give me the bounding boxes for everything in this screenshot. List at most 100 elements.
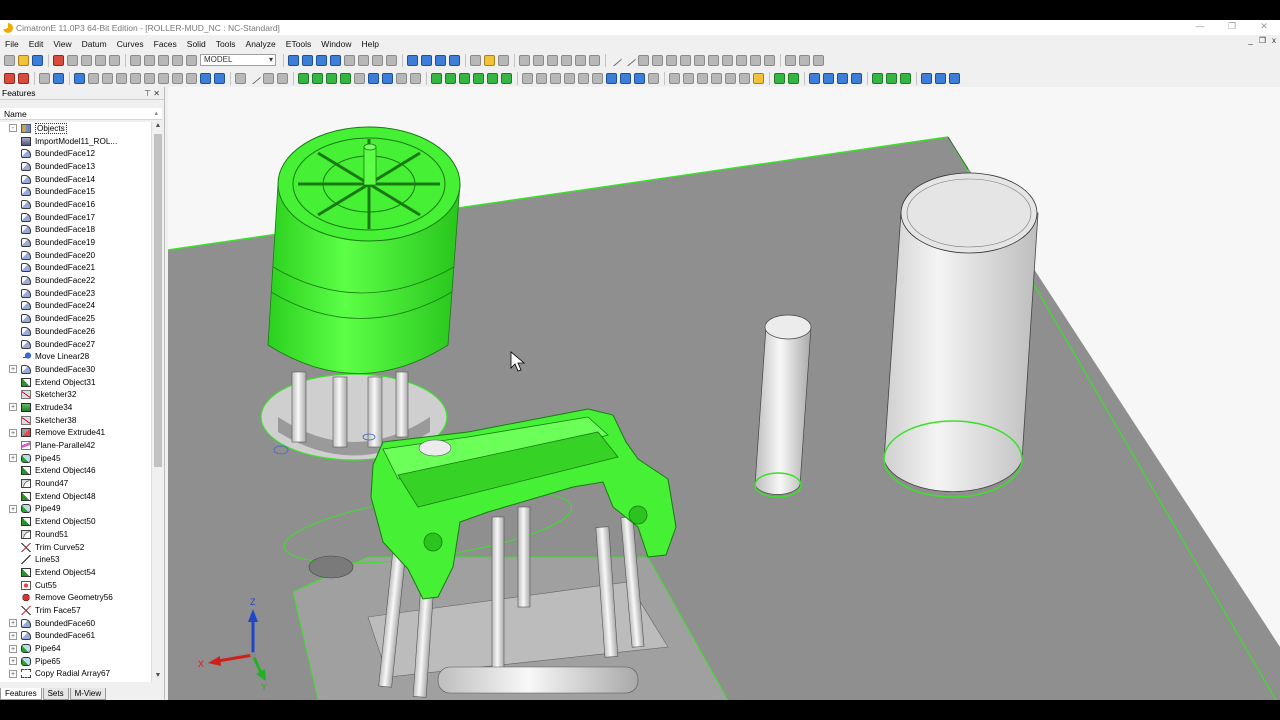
tree-item[interactable]: Sketcher32 bbox=[0, 388, 151, 401]
nc-a-icon[interactable] bbox=[774, 72, 785, 84]
etool-b-icon[interactable] bbox=[683, 72, 694, 84]
tree-item[interactable]: + BoundedFace30 bbox=[0, 363, 151, 376]
maximize-button[interactable]: ❐ bbox=[1216, 20, 1248, 35]
curve-fillet-icon[interactable] bbox=[172, 72, 183, 84]
view-front-icon[interactable] bbox=[288, 54, 299, 66]
close-button[interactable]: ✕ bbox=[1248, 20, 1280, 35]
tree-item[interactable]: Line53 bbox=[0, 553, 151, 566]
tree-item[interactable]: BoundedFace19 bbox=[0, 236, 151, 249]
tree-item[interactable]: + BoundedFace61 bbox=[0, 630, 151, 643]
arc-tool-icon[interactable] bbox=[263, 72, 274, 84]
tree-item[interactable]: Round47 bbox=[0, 477, 151, 490]
sketch-spline-icon[interactable] bbox=[666, 54, 677, 66]
large-cylinder[interactable] bbox=[883, 212, 1039, 492]
solid-copy-icon[interactable] bbox=[634, 72, 645, 84]
undo-icon[interactable] bbox=[130, 54, 141, 66]
tree-item[interactable]: + Pipe65 bbox=[0, 655, 151, 668]
view-zoom-icon[interactable] bbox=[302, 54, 313, 66]
curve-join-icon[interactable] bbox=[214, 72, 225, 84]
tree-item[interactable]: BoundedFace26 bbox=[0, 325, 151, 338]
sketch-circle-icon[interactable] bbox=[638, 54, 649, 66]
tree-item[interactable]: BoundedFace25 bbox=[0, 312, 151, 325]
tree-item[interactable]: Remove Geometry56 bbox=[0, 591, 151, 604]
view-fit-icon[interactable] bbox=[316, 54, 327, 66]
tree-item[interactable]: Round51 bbox=[0, 528, 151, 541]
tree-item[interactable]: ImportModel11_ROL... bbox=[0, 135, 151, 148]
light-icon[interactable] bbox=[484, 54, 495, 66]
point-icon[interactable] bbox=[498, 54, 509, 66]
menu-view[interactable]: View bbox=[48, 39, 76, 49]
menu-solid[interactable]: Solid bbox=[182, 39, 211, 49]
view-wire-icon[interactable] bbox=[386, 54, 397, 66]
tree-item[interactable]: BoundedFace18 bbox=[0, 224, 151, 237]
measure-icon[interactable] bbox=[547, 54, 558, 66]
solid-round-icon[interactable] bbox=[522, 72, 533, 84]
nc-f-icon[interactable] bbox=[851, 72, 862, 84]
menu-faces[interactable]: Faces bbox=[149, 39, 182, 49]
tree-item[interactable]: BoundedFace17 bbox=[0, 211, 151, 224]
tree-item[interactable]: Plane-Parallel42 bbox=[0, 439, 151, 452]
menu-file[interactable]: File bbox=[0, 39, 24, 49]
select-filter-icon[interactable] bbox=[4, 72, 15, 84]
save-icon[interactable] bbox=[32, 54, 43, 66]
doc-close-button[interactable]: x bbox=[1272, 36, 1276, 45]
datum-point-icon[interactable] bbox=[813, 54, 824, 66]
etool-e-icon[interactable] bbox=[725, 72, 736, 84]
face-blend-icon[interactable] bbox=[326, 72, 337, 84]
line-draw-icon[interactable] bbox=[247, 71, 262, 85]
datum-plane-icon[interactable] bbox=[785, 54, 796, 66]
render-a-icon[interactable] bbox=[407, 54, 418, 66]
sketch-line-icon[interactable] bbox=[608, 53, 623, 67]
panel-pin-close-icons[interactable]: ⊤ ✕ bbox=[144, 87, 160, 100]
tab-sets[interactable]: Sets bbox=[42, 688, 69, 700]
viewport-scene[interactable]: Z X Y bbox=[168, 87, 1280, 700]
face-fillet-icon[interactable] bbox=[396, 72, 407, 84]
hide-icon[interactable] bbox=[533, 54, 544, 66]
face-trim-icon[interactable] bbox=[410, 72, 421, 84]
render-c-icon[interactable] bbox=[435, 54, 446, 66]
etool-c-icon[interactable] bbox=[697, 72, 708, 84]
tree-expander-icon[interactable]: + bbox=[9, 403, 17, 412]
nc-j-icon[interactable] bbox=[921, 72, 932, 84]
tree-item[interactable]: BoundedFace15 bbox=[0, 185, 151, 198]
face-sweep-icon[interactable] bbox=[298, 72, 309, 84]
etool-f-icon[interactable] bbox=[739, 72, 750, 84]
tree-scrollbar[interactable]: ▲ ▼ bbox=[151, 122, 163, 682]
3d-viewport[interactable]: Z X Y bbox=[168, 87, 1280, 700]
tree-expander-icon[interactable]: + bbox=[9, 631, 17, 640]
paste-icon[interactable] bbox=[95, 54, 106, 66]
curve-split-icon[interactable] bbox=[130, 72, 141, 84]
solid-shell-icon[interactable] bbox=[564, 72, 575, 84]
tree-expander-icon[interactable]: + bbox=[9, 619, 17, 628]
redo-icon[interactable] bbox=[144, 54, 155, 66]
tree-item[interactable]: + BoundedFace60 bbox=[0, 617, 151, 630]
line-tool-icon[interactable] bbox=[235, 72, 246, 84]
tree-expander-icon[interactable]: + bbox=[9, 644, 17, 653]
draft-icon[interactable] bbox=[589, 54, 600, 66]
tree-expander-icon[interactable]: + bbox=[9, 454, 17, 463]
tree-item[interactable]: + Pipe64 bbox=[0, 642, 151, 655]
sketch-arc-icon[interactable] bbox=[652, 54, 663, 66]
tree-item[interactable]: BoundedFace21 bbox=[0, 262, 151, 275]
face-revolve-icon[interactable] bbox=[368, 72, 379, 84]
sketch-pattern-icon[interactable] bbox=[736, 54, 747, 66]
tree-item[interactable]: Trim Face57 bbox=[0, 604, 151, 617]
menu-edit[interactable]: Edit bbox=[24, 39, 49, 49]
doc-minimize-button[interactable]: _ bbox=[1248, 36, 1252, 45]
menu-analyze[interactable]: Analyze bbox=[241, 39, 281, 49]
menu-help[interactable]: Help bbox=[357, 39, 384, 49]
minimize-button[interactable]: — bbox=[1184, 20, 1216, 35]
tree-item[interactable]: BoundedFace27 bbox=[0, 338, 151, 351]
sketch-point-icon[interactable] bbox=[680, 54, 691, 66]
curve-composite-icon[interactable] bbox=[74, 72, 85, 84]
glasses-icon[interactable] bbox=[158, 54, 169, 66]
tree-item[interactable]: Move Linear28 bbox=[0, 350, 151, 363]
nc-k-icon[interactable] bbox=[935, 72, 946, 84]
menu-tools[interactable]: Tools bbox=[211, 39, 241, 49]
tree-item[interactable]: Cut55 bbox=[0, 579, 151, 592]
tree-item[interactable]: Move Linear68 bbox=[0, 680, 151, 682]
tree-item[interactable]: + Pipe45 bbox=[0, 452, 151, 465]
nc-d-icon[interactable] bbox=[823, 72, 834, 84]
scroll-up-icon[interactable]: ▲ bbox=[152, 122, 164, 132]
tree-item[interactable]: - Objects bbox=[0, 122, 151, 135]
